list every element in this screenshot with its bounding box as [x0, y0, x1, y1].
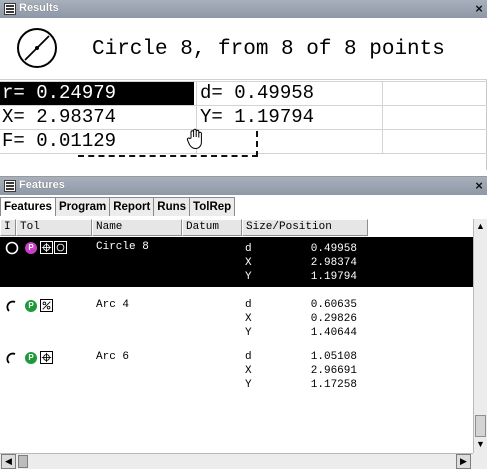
- circle-indicator-icon: [5, 241, 19, 255]
- position-label: X: [245, 257, 252, 269]
- size-value: 0.49958: [310, 243, 357, 255]
- position-tolerance-icon: [40, 351, 53, 364]
- status-badge: P: [25, 300, 37, 312]
- scroll-up-icon[interactable]: ▲: [474, 219, 487, 233]
- scroll-thumb[interactable]: [475, 415, 486, 437]
- size-label: d: [245, 299, 252, 311]
- scrollbar-corner: [473, 453, 487, 469]
- features-column-header: I Tol Name Datum Size/Position: [0, 219, 368, 236]
- scroll-left-icon[interactable]: ◀: [1, 454, 16, 469]
- arc-indicator-icon: [6, 300, 16, 312]
- feature-name: Arc 4: [96, 299, 130, 311]
- size-label: d: [245, 351, 252, 363]
- features-tabs: Features Program Report Runs TolRep: [0, 197, 236, 216]
- position-value: 1.17258: [310, 379, 357, 391]
- profile-tolerance-icon: [40, 299, 53, 312]
- status-badge: P: [25, 242, 37, 254]
- results-row-1: r= 0.24979 d= 0.49958: [0, 82, 487, 105]
- circularity-tolerance-icon: [54, 241, 67, 254]
- position-value: 1.19794: [310, 271, 357, 283]
- radius-value[interactable]: r= 0.24979: [0, 82, 194, 105]
- tab-report[interactable]: Report: [109, 197, 155, 216]
- feature-row-arc-4[interactable]: P Arc 4 d 0.60635 X 0.29826 Y 1.40644: [0, 295, 473, 345]
- column-indicator[interactable]: I: [0, 219, 16, 236]
- size-value: 0.60635: [310, 299, 357, 311]
- results-headline: Circle 8, from 8 of 8 points: [92, 38, 445, 61]
- feature-row-arc-6[interactable]: P Arc 6 d 1.05108 X 2.96691 Y 1.17258: [0, 347, 473, 397]
- scroll-thumb[interactable]: [18, 455, 28, 468]
- position-label: X: [245, 313, 252, 325]
- vertical-scrollbar[interactable]: ▲ ▼: [473, 219, 487, 453]
- feature-row-circle-8[interactable]: P Circle 8 d 0.49958 X 2.98374 Y 1.19794: [0, 237, 473, 287]
- hand-cursor-icon: [186, 128, 202, 150]
- grid-line: [0, 105, 487, 106]
- column-datum[interactable]: Datum: [182, 219, 242, 236]
- status-badge: P: [25, 352, 37, 364]
- feature-name: Arc 6: [96, 351, 130, 363]
- circle-feature-icon: [17, 28, 57, 68]
- x-value[interactable]: X= 2.98374: [0, 106, 194, 129]
- close-icon[interactable]: ×: [471, 177, 487, 195]
- position-label: X: [245, 365, 252, 377]
- features-window: Features × Features Program Report Runs …: [0, 176, 487, 473]
- features-window-icon: [4, 180, 16, 192]
- features-title: Features: [19, 179, 65, 191]
- features-titlebar[interactable]: Features ×: [0, 177, 487, 195]
- column-size-position[interactable]: Size/Position: [242, 219, 368, 236]
- tab-features[interactable]: Features: [0, 197, 56, 216]
- scroll-right-icon[interactable]: ▶: [456, 454, 471, 469]
- features-list: P Circle 8 d 0.49958 X 2.98374 Y 1.19794…: [0, 237, 473, 450]
- position-label: Y: [245, 271, 252, 283]
- position-label: Y: [245, 327, 252, 339]
- size-value: 1.05108: [310, 351, 357, 363]
- size-label: d: [245, 243, 252, 255]
- grid-line: [0, 129, 487, 130]
- drag-outline: [78, 131, 258, 157]
- feature-name: Circle 8: [96, 241, 149, 253]
- results-window: Results × Circle 8, from 8 of 8 points r…: [0, 0, 487, 170]
- close-icon[interactable]: ×: [471, 0, 487, 18]
- arc-indicator-icon: [6, 352, 16, 364]
- position-label: Y: [245, 379, 252, 391]
- y-value[interactable]: Y= 1.19794: [198, 106, 382, 129]
- grid-line: [0, 81, 487, 82]
- tab-runs[interactable]: Runs: [153, 197, 191, 216]
- tab-tolrep[interactable]: TolRep: [189, 197, 236, 216]
- position-tolerance-icon: [40, 241, 53, 254]
- diameter-value[interactable]: d= 0.49958: [198, 82, 382, 105]
- position-value: 2.96691: [310, 365, 357, 377]
- results-headline-row: Circle 8, from 8 of 8 points: [0, 18, 487, 80]
- results-window-icon: [4, 3, 16, 15]
- grid-line: [382, 81, 383, 153]
- horizontal-scrollbar[interactable]: ◀ ▶: [0, 453, 473, 469]
- results-row-2: X= 2.98374 Y= 1.19794: [0, 106, 487, 129]
- position-value: 0.29826: [310, 313, 357, 325]
- column-name[interactable]: Name: [92, 219, 182, 236]
- results-titlebar[interactable]: Results ×: [0, 0, 487, 18]
- tab-program[interactable]: Program: [54, 197, 111, 216]
- column-tol[interactable]: Tol: [16, 219, 92, 236]
- position-value: 1.40644: [310, 327, 357, 339]
- scroll-down-icon[interactable]: ▼: [474, 437, 487, 451]
- results-title: Results: [19, 2, 59, 14]
- position-value: 2.98374: [310, 257, 357, 269]
